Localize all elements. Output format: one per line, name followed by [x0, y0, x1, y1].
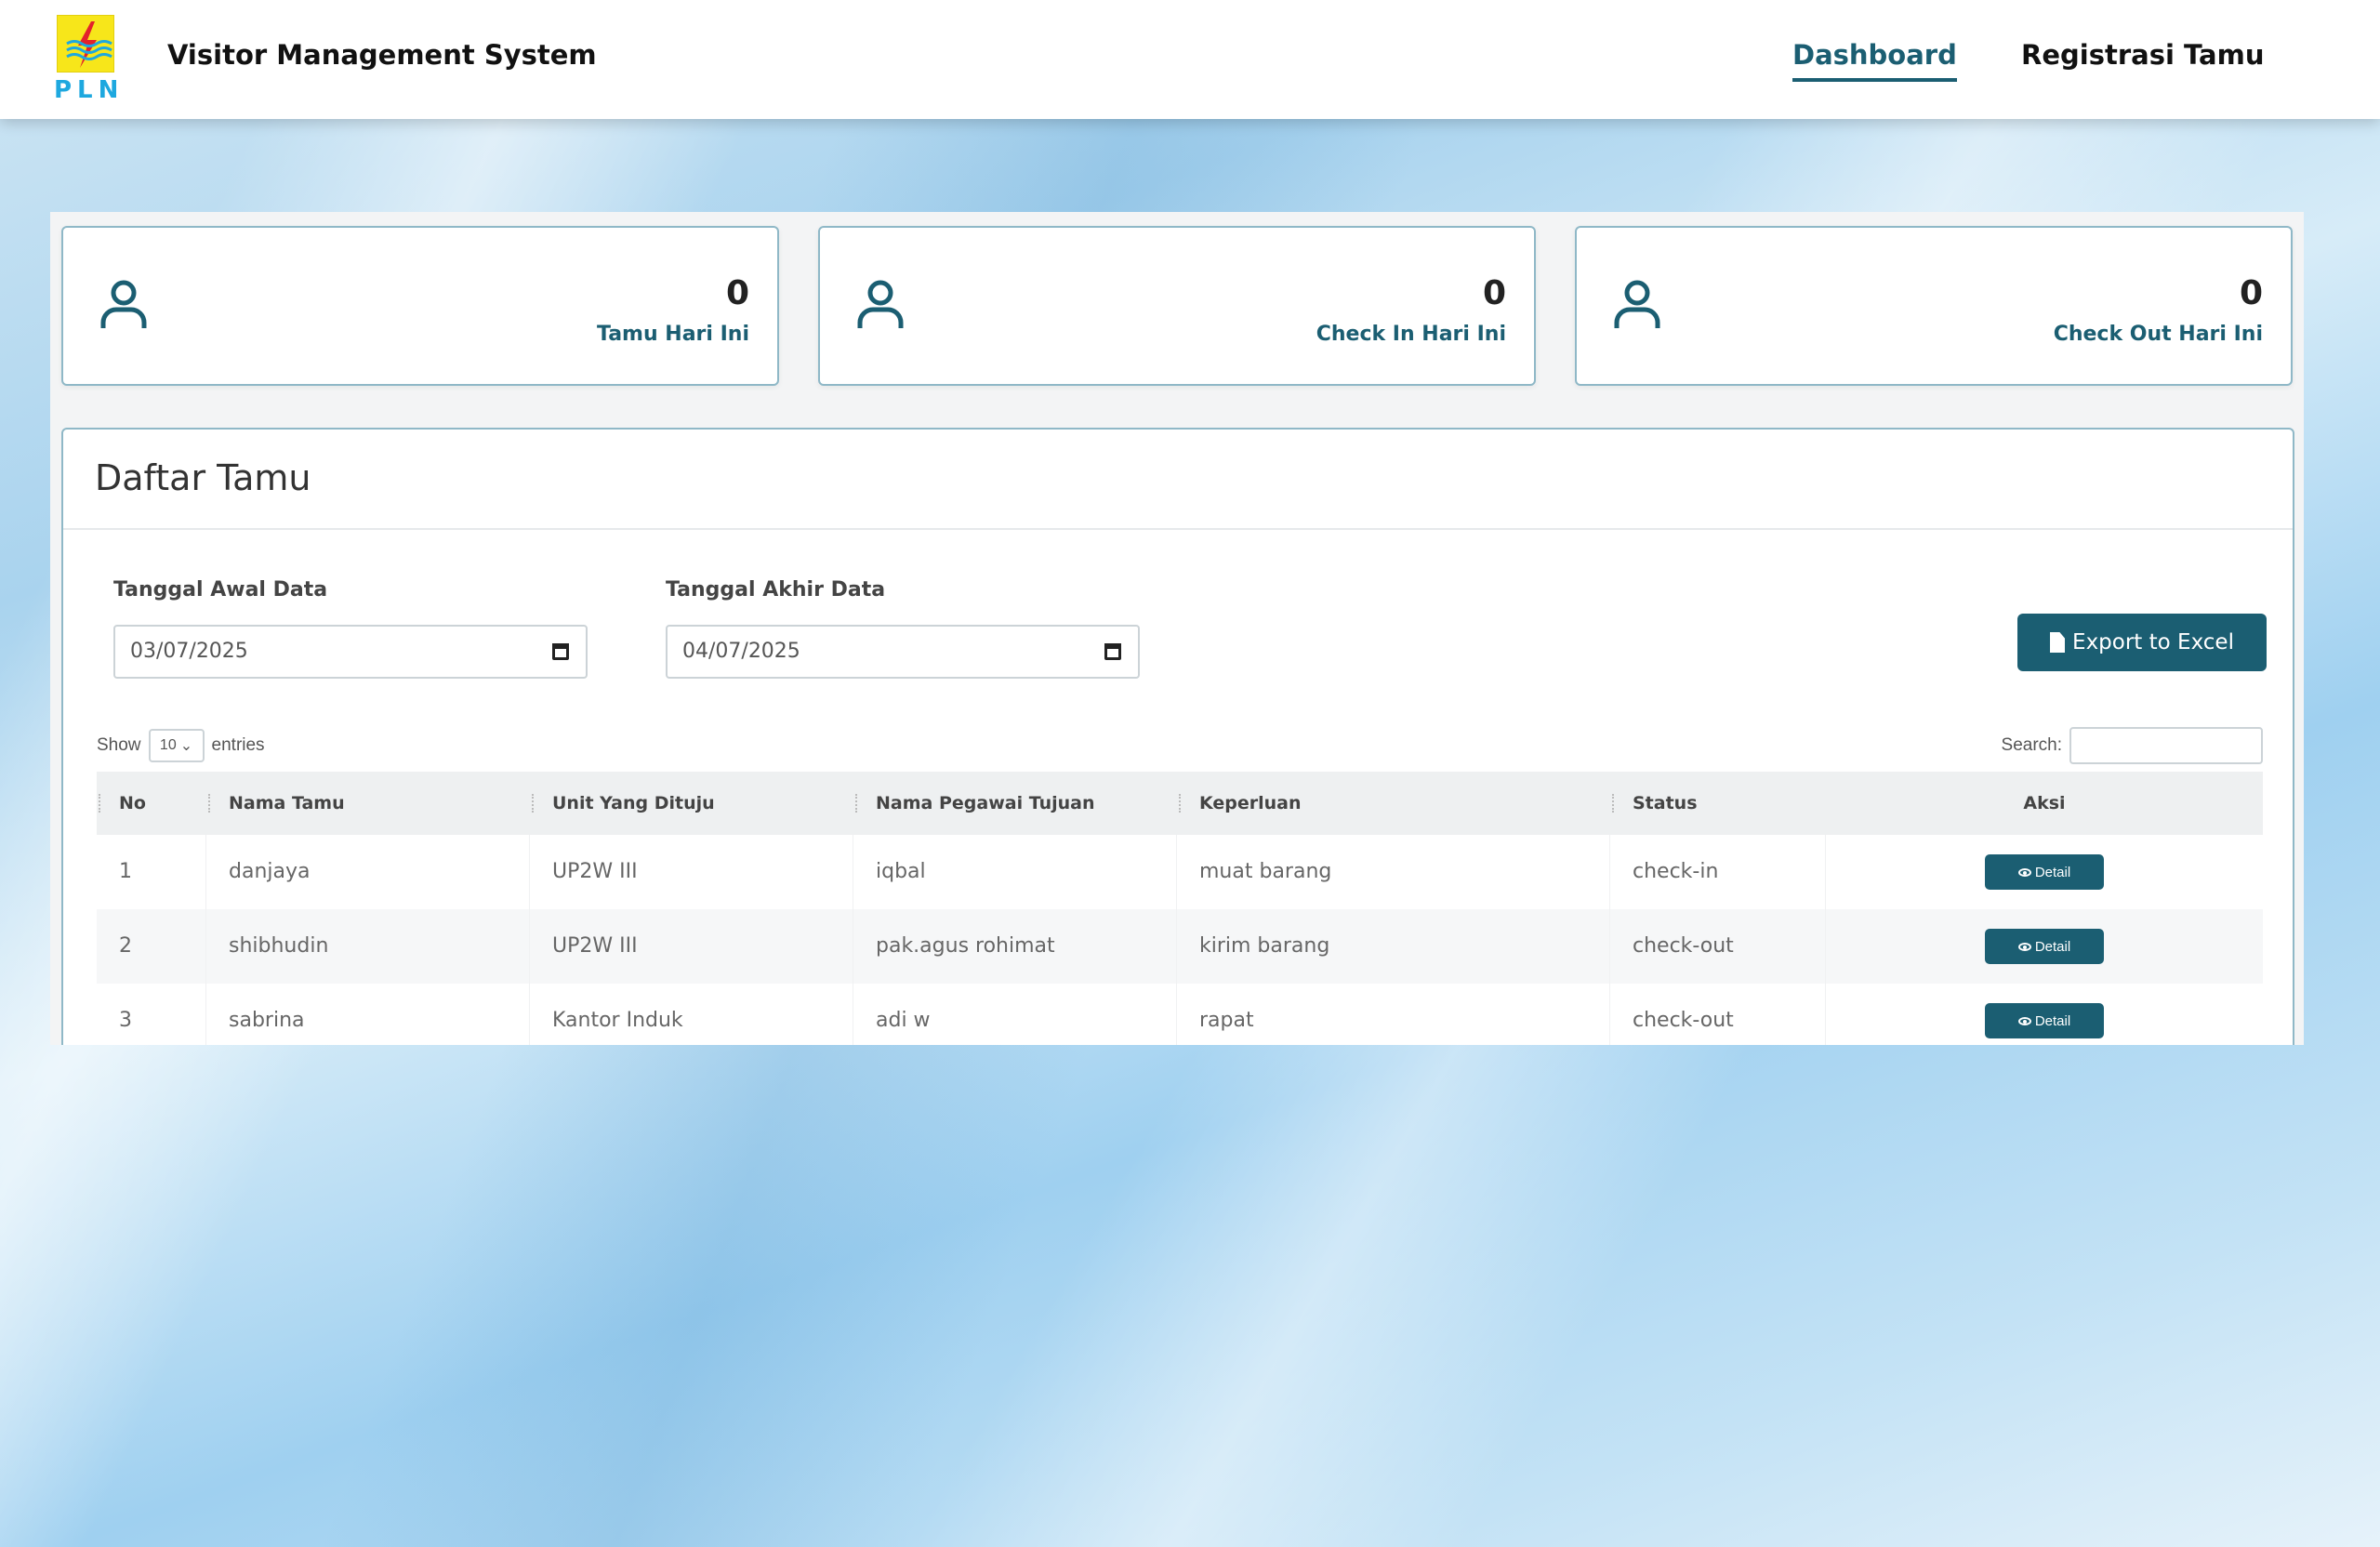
calendar-icon[interactable] — [1104, 643, 1121, 660]
cell-pegawai: pak.agus rohimat — [853, 909, 1177, 984]
app-title: Visitor Management System — [167, 39, 597, 71]
file-icon — [2050, 632, 2066, 653]
column-header-no[interactable]: No — [97, 772, 206, 835]
nav-dashboard[interactable]: Dashboard — [1792, 39, 1957, 82]
table-header: No Nama Tamu Unit Yang Dituju Nama Pegaw… — [97, 772, 2263, 835]
column-header-status[interactable]: Status — [1610, 772, 1826, 835]
lightning-icon — [57, 15, 114, 73]
end-date-label: Tanggal Akhir Data — [666, 578, 886, 602]
detail-label: Detail — [2034, 1012, 2071, 1029]
eye-icon — [2017, 942, 2031, 951]
cell-aksi: Detail — [1826, 909, 2263, 984]
cell-no: 2 — [97, 909, 206, 984]
entries-label: entries — [211, 735, 265, 755]
guest-table: No Nama Tamu Unit Yang Dituju Nama Pegaw… — [97, 772, 2263, 1045]
stat-value: 0 — [725, 274, 749, 312]
user-icon — [100, 280, 147, 328]
user-icon — [857, 280, 904, 328]
column-header-aksi: Aksi — [2023, 793, 2066, 813]
entries-select[interactable]: 10 ⌄ — [148, 729, 205, 762]
daftar-tamu-card: Daftar Tamu Tanggal Awal Data 03/07/2025… — [61, 428, 2294, 1045]
table-row: 2 shibhudin UP2W III pak.agus rohimat ki… — [97, 909, 2263, 984]
column-header-keperluan[interactable]: Keperluan — [1177, 772, 1610, 835]
chevron-down-icon: ⌄ — [179, 738, 193, 754]
export-to-excel-button[interactable]: Export to Excel — [2017, 614, 2267, 671]
cell-unit: UP2W III — [530, 909, 853, 984]
table-row: 1 danjaya UP2W III iqbal muat barang che… — [97, 835, 2263, 909]
cell-keperluan: muat barang — [1177, 835, 1610, 909]
cell-no: 3 — [97, 984, 206, 1045]
entries-value: 10 — [159, 737, 177, 753]
stat-card-check-in-hari-ini: 0 Check In Hari Ini — [818, 226, 1536, 386]
show-label: Show — [97, 735, 141, 755]
cell-aksi: Detail — [1826, 984, 2263, 1045]
user-icon — [1614, 280, 1660, 328]
search-input[interactable] — [2069, 727, 2263, 764]
table-row: 3 sabrina Kantor Induk adi w rapat check… — [97, 984, 2263, 1045]
search-label: Search: — [2001, 735, 2062, 755]
cell-keperluan: kirim barang — [1177, 909, 1610, 984]
stat-value: 0 — [2239, 274, 2263, 312]
calendar-icon[interactable] — [552, 643, 569, 660]
stat-label: Check Out Hari Ini — [2053, 323, 2263, 346]
end-date-value: 04/07/2025 — [682, 640, 800, 663]
cell-aksi: Detail — [1826, 835, 2263, 909]
cell-pegawai: adi w — [853, 984, 1177, 1045]
detail-button[interactable]: Detail — [1985, 854, 2104, 890]
start-date-input[interactable]: 03/07/2025 — [113, 625, 588, 679]
cell-status: check-out — [1610, 909, 1826, 984]
stat-value: 0 — [1482, 274, 1506, 312]
cell-unit: Kantor Induk — [530, 984, 853, 1045]
cell-keperluan: rapat — [1177, 984, 1610, 1045]
cell-status: check-out — [1610, 984, 1826, 1045]
detail-label: Detail — [2034, 864, 2071, 880]
cell-nama-tamu: sabrina — [206, 984, 530, 1045]
column-header-pegawai[interactable]: Nama Pegawai Tujuan — [853, 772, 1177, 835]
cell-nama-tamu: shibhudin — [206, 909, 530, 984]
top-navbar: PLN Visitor Management System Dashboard … — [0, 0, 2380, 119]
pln-logo[interactable]: PLN — [54, 15, 125, 104]
logo-text: PLN — [54, 76, 125, 104]
table-body: 1 danjaya UP2W III iqbal muat barang che… — [97, 835, 2263, 1045]
detail-button[interactable]: Detail — [1985, 929, 2104, 964]
cell-nama-tamu: danjaya — [206, 835, 530, 909]
eye-icon — [2017, 867, 2031, 877]
start-date-value: 03/07/2025 — [130, 640, 248, 663]
cell-no: 1 — [97, 835, 206, 909]
export-label: Export to Excel — [2072, 630, 2234, 654]
cell-status: check-in — [1610, 835, 1826, 909]
eye-icon — [2017, 1016, 2031, 1025]
list-title: Daftar Tamu — [95, 457, 311, 498]
stat-label: Tamu Hari Ini — [597, 323, 749, 346]
detail-label: Detail — [2034, 938, 2071, 955]
cell-unit: UP2W III — [530, 835, 853, 909]
detail-button[interactable]: Detail — [1985, 1003, 2104, 1038]
cell-pegawai: iqbal — [853, 835, 1177, 909]
nav-registrasi-tamu[interactable]: Registrasi Tamu — [2021, 39, 2264, 71]
end-date-input[interactable]: 04/07/2025 — [666, 625, 1140, 679]
main-panel: 0 Tamu Hari Ini 0 Check In Hari Ini 0 Ch… — [50, 212, 2304, 1045]
column-header-unit[interactable]: Unit Yang Dituju — [530, 772, 853, 835]
divider — [63, 528, 2293, 530]
start-date-label: Tanggal Awal Data — [113, 578, 328, 602]
stat-label: Check In Hari Ini — [1316, 323, 1506, 346]
stat-card-tamu-hari-ini: 0 Tamu Hari Ini — [61, 226, 779, 386]
column-header-nama-tamu[interactable]: Nama Tamu — [206, 772, 530, 835]
show-entries: Show 10 ⌄ entries — [97, 729, 265, 762]
table-search: Search: — [2002, 727, 2263, 764]
stat-card-check-out-hari-ini: 0 Check Out Hari Ini — [1575, 226, 2293, 386]
